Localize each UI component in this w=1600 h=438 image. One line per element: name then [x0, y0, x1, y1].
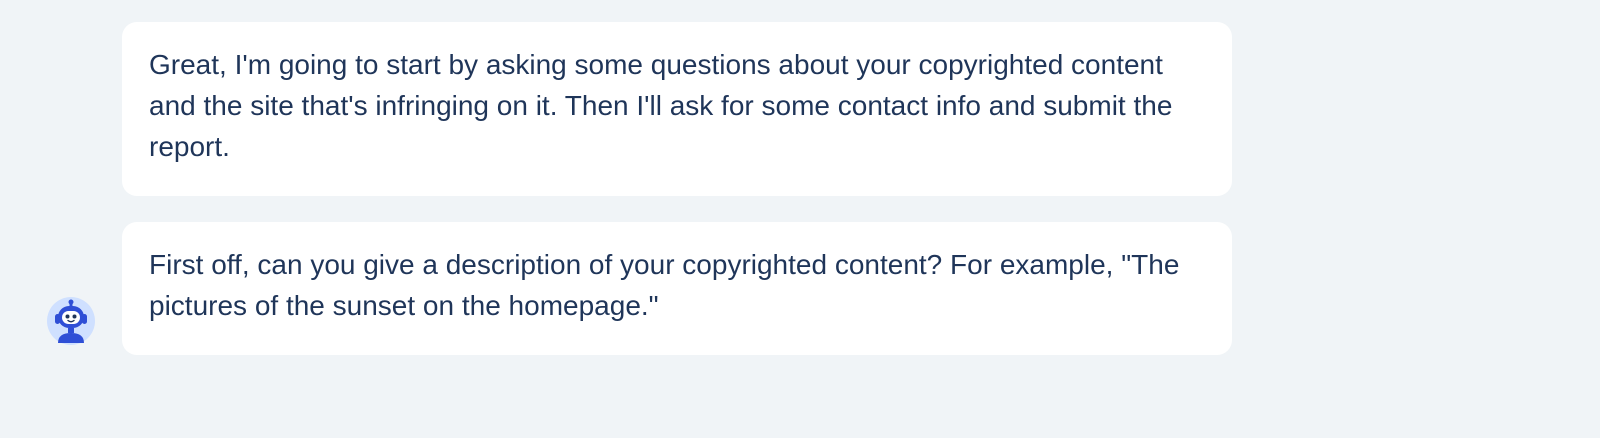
message-text: Great, I'm going to start by asking some…	[149, 49, 1173, 162]
bot-avatar	[47, 297, 95, 345]
bot-message-bubble: Great, I'm going to start by asking some…	[122, 22, 1232, 196]
chat-transcript: Great, I'm going to start by asking some…	[0, 0, 1600, 438]
bot-message-bubble: First off, can you give a description of…	[122, 222, 1232, 355]
message-text: First off, can you give a description of…	[149, 249, 1180, 321]
robot-icon	[47, 297, 95, 345]
